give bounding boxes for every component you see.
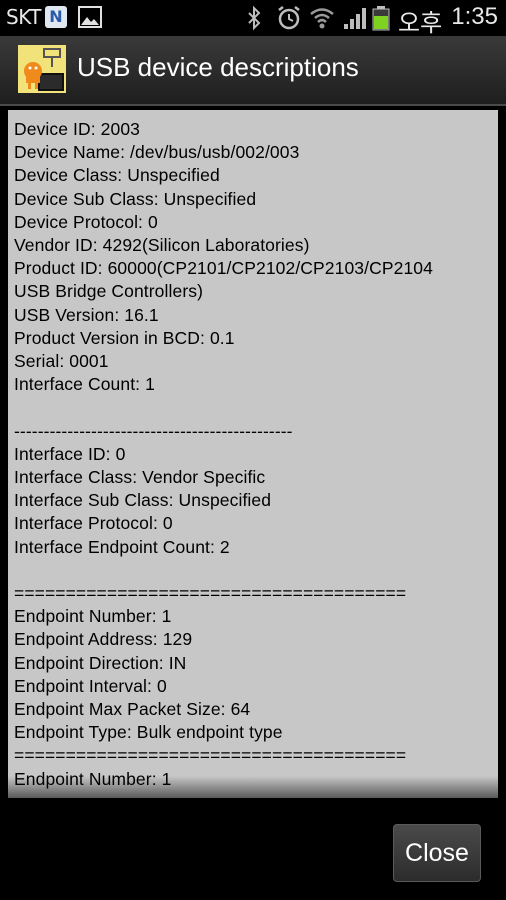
status-bar: SKT N 오후 1:35 xyxy=(0,0,506,37)
description-line: Vendor ID: 4292(Silicon Laboratories) xyxy=(14,235,310,256)
description-line: ----------------------------------------… xyxy=(14,420,293,441)
description-line: Endpoint Max Packet Size: 64 xyxy=(14,699,251,720)
scroll-fade xyxy=(8,776,498,798)
description-line: Endpoint Number: 1 xyxy=(14,606,172,627)
description-line: Endpoint Address: 129 xyxy=(14,629,193,650)
alarm-icon xyxy=(278,6,300,30)
description-line: Device ID: 2003 xyxy=(14,119,141,139)
wifi-icon xyxy=(310,8,334,29)
ampm-label: 오후 xyxy=(398,10,443,37)
description-line: USB Bridge Controllers) xyxy=(14,281,204,302)
description-line: Interface Class: Vendor Specific xyxy=(14,467,266,488)
battery-icon xyxy=(372,6,390,31)
description-line: Interface Protocol: 0 xyxy=(14,513,173,534)
description-line: USB Version: 16.1 xyxy=(14,304,159,325)
clock: 1:35 xyxy=(451,3,498,30)
description-line: Interface Sub Class: Unspecified xyxy=(14,490,272,511)
notification-n-icon: N xyxy=(45,6,67,28)
usb-android-app-icon xyxy=(18,45,66,93)
description-line: Endpoint Interval: 0 xyxy=(14,675,167,696)
description-line: Device Name: /dev/bus/usb/002/003 xyxy=(14,142,300,163)
description-line: Endpoint Type: Bulk endpoint type xyxy=(14,722,283,743)
description-line: Serial: 0001 xyxy=(14,351,109,372)
description-line: Device Protocol: 0 xyxy=(14,211,158,232)
gallery-icon xyxy=(78,6,102,28)
bluetooth-icon xyxy=(248,5,261,31)
description-line: Product Version in BCD: 0.1 xyxy=(14,327,235,348)
signal-icon xyxy=(344,8,366,29)
description-line: ====================================== xyxy=(14,745,407,766)
description-line: Interface Count: 1 xyxy=(14,374,155,395)
description-line: Device Sub Class: Unspecified xyxy=(14,188,257,209)
description-line: Interface Endpoint Count: 2 xyxy=(14,536,230,557)
description-line: Device Class: Unspecified xyxy=(14,165,220,186)
page-title: USB device descriptions xyxy=(77,52,359,82)
description-line: Product ID: 60000(CP2101/CP2102/CP2103/C… xyxy=(14,258,433,279)
description-line: Interface ID: 0 xyxy=(14,443,126,464)
title-bar: USB device descriptions xyxy=(0,36,506,106)
device-description-text: Device ID: 2003 Device Name: /dev/bus/us… xyxy=(8,110,498,791)
description-line: ====================================== xyxy=(14,583,407,604)
carrier-label: SKT xyxy=(6,5,41,29)
close-button[interactable]: Close xyxy=(393,824,481,882)
device-description-panel[interactable]: Device ID: 2003 Device Name: /dev/bus/us… xyxy=(8,110,498,798)
description-line: Endpoint Direction: IN xyxy=(14,652,187,673)
